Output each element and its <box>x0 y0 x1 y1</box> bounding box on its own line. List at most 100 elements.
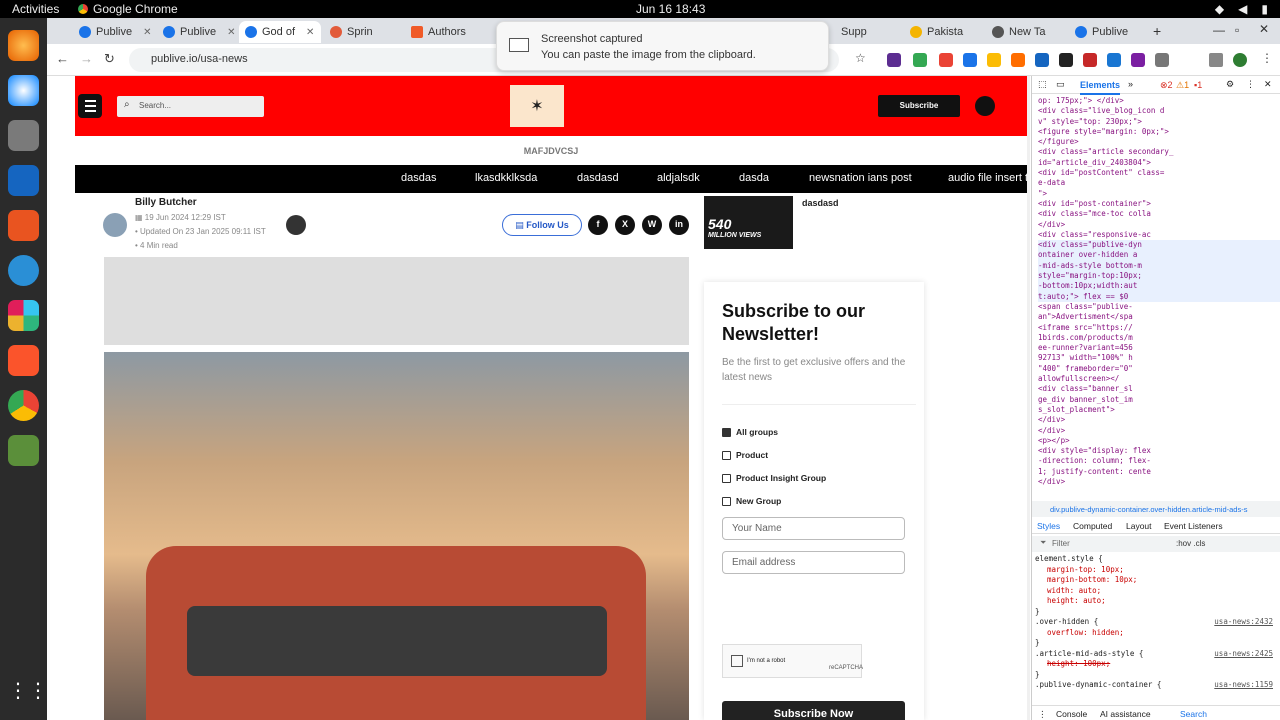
checkbox-all-groups[interactable] <box>722 428 731 437</box>
brave-icon[interactable] <box>8 345 39 376</box>
close-icon[interactable]: ✕ <box>143 27 151 38</box>
extension-icon[interactable] <box>1011 53 1025 67</box>
files-icon[interactable] <box>8 120 39 151</box>
new-tab-button[interactable]: + <box>1153 23 1161 39</box>
dom-node-line[interactable]: </div> <box>1038 426 1280 436</box>
extension-icon[interactable] <box>963 53 977 67</box>
drawer-console[interactable]: Console <box>1056 709 1087 719</box>
email-input[interactable]: Email address <box>722 551 905 574</box>
checkbox-product[interactable] <box>722 451 731 460</box>
extension-icon[interactable] <box>987 53 1001 67</box>
category-link[interactable]: lkasdkklksda <box>475 172 537 184</box>
dom-node-line[interactable]: an">Advertisment</spa <box>1038 312 1280 322</box>
css-selector[interactable]: element.style { <box>1035 554 1280 565</box>
subscribe-now-button[interactable]: Subscribe Now <box>722 701 905 720</box>
section-label[interactable]: MAFJDVCSJ <box>75 136 1027 165</box>
dom-breadcrumb[interactable]: div.publive-dynamic-container.over-hidde… <box>1032 501 1280 517</box>
more-tabs-icon[interactable]: » <box>1128 79 1133 89</box>
dom-node-line[interactable]: </div> <box>1038 220 1280 230</box>
css-property[interactable]: height: auto; <box>1035 596 1280 607</box>
help-icon[interactable] <box>8 255 39 286</box>
dom-node-line[interactable]: s_slot_placment"> <box>1038 405 1280 415</box>
app-center-icon[interactable] <box>8 210 39 241</box>
checkbox-product-insight[interactable] <box>722 474 731 483</box>
css-selector[interactable]: usa-news:1159 .publive-dynamic-container … <box>1035 680 1280 691</box>
dom-node-line[interactable]: allowfullscreen></ <box>1038 374 1280 384</box>
dom-node-line[interactable]: style="margin-top:10px; <box>1038 271 1280 282</box>
dom-node-line[interactable]: t:auto;"> flex == $0 <box>1038 291 1280 302</box>
restore-icon[interactable]: ▫ <box>1235 23 1239 37</box>
category-link[interactable]: dasdasd <box>577 172 619 184</box>
app-menu[interactable]: Google Chrome <box>78 2 178 16</box>
whatsapp-icon[interactable]: W <box>642 215 662 235</box>
tab-styles[interactable]: Styles <box>1037 521 1060 531</box>
dom-node-line[interactable]: <figure style="margin: 0px;"> <box>1038 127 1280 137</box>
close-icon[interactable]: ✕ <box>227 27 235 38</box>
css-property[interactable]: height: 100px; <box>1035 659 1280 670</box>
css-property[interactable]: margin-top: 10px; <box>1035 565 1280 576</box>
css-source-link[interactable]: usa-news:1159 <box>1214 680 1273 691</box>
dom-node-line[interactable]: </figure> <box>1038 137 1280 147</box>
close-icon[interactable]: ✕ <box>306 27 314 38</box>
dom-node-line[interactable]: <div class="article secondary_ <box>1038 147 1280 157</box>
dom-node-line[interactable]: "> <box>1038 189 1280 199</box>
chrome-dock-icon[interactable] <box>8 390 39 421</box>
dom-node-line[interactable]: <p></p> <box>1038 436 1280 446</box>
close-devtools-icon[interactable]: ✕ <box>1264 79 1272 90</box>
dom-node-line[interactable]: <iframe src="https:// <box>1038 323 1280 333</box>
extension-icon[interactable] <box>1083 53 1097 67</box>
page-scrollbar[interactable] <box>1027 76 1030 720</box>
tab[interactable]: Pakista <box>904 21 969 43</box>
author-avatar[interactable] <box>103 213 127 237</box>
dom-node-line[interactable]: <div class="live_blog_icon d <box>1038 106 1280 116</box>
downloads-icon[interactable] <box>1209 53 1223 67</box>
forward-icon[interactable]: → <box>80 51 93 66</box>
category-link[interactable]: aldjalsdk <box>657 172 700 184</box>
notification-toast[interactable]: Screenshot captured You can paste the im… <box>496 21 829 71</box>
slack-icon[interactable] <box>8 300 39 331</box>
system-tray[interactable]: ◆ ◀ ▮ <box>1215 2 1268 16</box>
extension-icon[interactable] <box>939 53 953 67</box>
bookmark-icon[interactable] <box>286 215 306 235</box>
site-logo[interactable]: ✶ <box>510 85 564 127</box>
thunderbird-icon[interactable] <box>8 75 39 106</box>
tab-active[interactable]: God of ✕ <box>239 21 321 43</box>
category-link[interactable]: dasdas <box>401 172 436 184</box>
dom-node-line[interactable]: ontainer over-hidden a <box>1038 250 1280 261</box>
activities-button[interactable]: Activities <box>12 2 59 16</box>
dom-node-line[interactable]: </div> <box>1038 415 1280 425</box>
name-input[interactable]: Your Name <box>722 517 905 540</box>
tab[interactable]: Publive ✕ <box>73 21 157 43</box>
reload-icon[interactable]: ↻ <box>104 51 115 67</box>
facebook-icon[interactable]: f <box>588 215 608 235</box>
drawer-ai-assistance[interactable]: AI assistance <box>1100 709 1151 719</box>
tab-computed[interactable]: Computed <box>1073 521 1112 531</box>
tab-event-listeners[interactable]: Event Listeners <box>1164 521 1223 531</box>
recaptcha-widget[interactable]: I'm not a robot reCAPTCHA <box>722 644 863 678</box>
css-source-link[interactable]: usa-news:2425 <box>1214 649 1273 660</box>
css-rules[interactable]: element.style {margin-top: 10px; margin-b… <box>1032 554 1280 702</box>
author-name[interactable]: Billy Butcher <box>135 197 197 208</box>
checkbox-new-group[interactable] <box>722 497 731 506</box>
extension-icon[interactable] <box>1035 53 1049 67</box>
dom-node-line[interactable]: <div id="postContent" class= <box>1038 168 1280 178</box>
dom-node-line[interactable]: <div class="responsive-ac <box>1038 230 1280 240</box>
extension-icon[interactable] <box>887 53 901 67</box>
inspect-icon[interactable]: ⬚ <box>1038 79 1047 90</box>
dom-node-line[interactable]: 1; justify-content: cente <box>1038 467 1280 477</box>
dom-node-line[interactable]: -direction: column; flex- <box>1038 456 1280 466</box>
clock[interactable]: Jun 16 18:43 <box>636 2 705 16</box>
tab-layout[interactable]: Layout <box>1126 521 1152 531</box>
back-icon[interactable]: ← <box>56 51 69 66</box>
tab[interactable]: Authors <box>405 21 472 43</box>
show-apps-icon[interactable]: ⋮⋮ <box>8 678 48 709</box>
linkedin-icon[interactable]: in <box>669 215 689 235</box>
dom-node-line[interactable]: v" style="top: 230px;"> <box>1038 117 1280 127</box>
subscribe-button[interactable]: Subscribe <box>878 95 960 117</box>
drawer-search[interactable]: Search <box>1180 709 1207 719</box>
extension-icon[interactable] <box>1107 53 1121 67</box>
hamburger-menu-icon[interactable] <box>78 94 102 118</box>
trash-icon[interactable] <box>8 435 39 466</box>
extensions-puzzle-icon[interactable] <box>1155 53 1169 67</box>
close-window-icon[interactable]: ✕ <box>1259 22 1269 36</box>
